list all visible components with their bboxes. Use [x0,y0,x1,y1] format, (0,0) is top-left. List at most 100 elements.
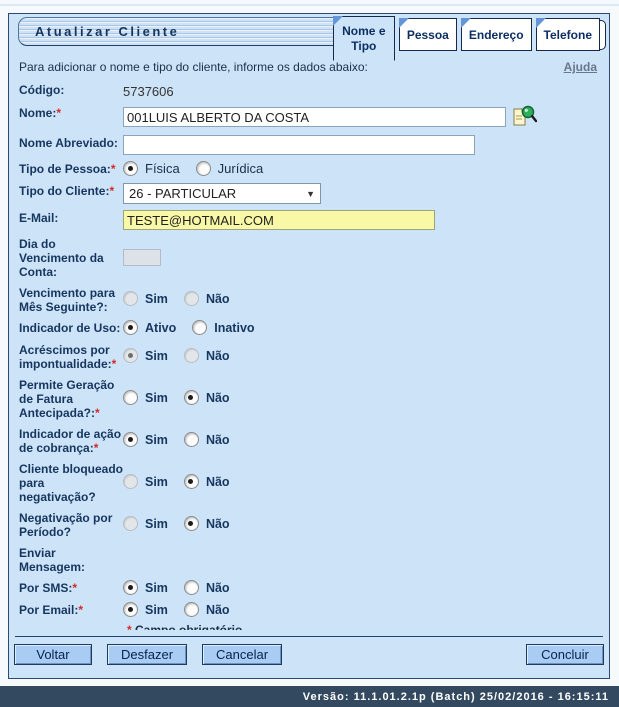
negativacao_periodo-option-sim: Sim [123,516,176,531]
por_sms-radio-label-nao: Não [206,581,230,595]
por_sms-control: SimNão [123,579,599,595]
cliente_bloqueado_negativacao-radio-label-sim: Sim [145,475,168,489]
por_email-radio-nao[interactable] [184,602,199,617]
por_email-radio-sim[interactable] [123,602,138,617]
cancelar-button[interactable]: Cancelar [202,644,282,665]
acrescimos_impontualidade-radio-sim [123,348,138,363]
permite_fatura_antecipada-label: Permite Geração de Fatura Antecipada?:* [19,376,123,420]
permite_fatura_antecipada-control: SimNão [123,376,599,405]
row-dia_vencimento: Dia do Vencimento da Conta: [19,235,599,279]
tipo_pessoa-label: Tipo de Pessoa:* [19,160,123,176]
indicador_acao_cobranca-label: Indicador de ação de cobrança:* [19,425,123,455]
concluir-button[interactable]: Concluir [526,644,604,665]
required-asterisk: * [109,184,114,198]
indicador_acao_cobranca-radio-label-nao: Não [206,433,230,447]
permite_fatura_antecipada-radio-nao[interactable] [184,390,199,405]
indicador_uso-radio-inativo[interactable] [192,320,207,335]
por_sms-radio-sim[interactable] [123,580,138,595]
indicador_uso-control: Ativo Inativo [123,319,599,335]
row-indicador_acao_cobranca: Indicador de ação de cobrança:*SimNão [19,425,599,455]
tab-nome-e-tipo[interactable]: Nome e Tipo [333,16,395,61]
dia_vencimento-control [123,235,599,266]
dia_vencimento-input [123,249,161,266]
tipo_pessoa-control: FísicaJurídica [123,160,599,176]
acrescimos_impontualidade-radio-label-sim: Sim [145,349,168,363]
vencimento_mes_seguinte-radio-label-nao: Não [206,292,230,306]
negativacao_periodo-control: Sim Não [123,509,599,531]
por_email-radio-label-nao: Não [206,603,230,617]
row-nome_abreviado: Nome Abreviado: [19,134,599,155]
required-note-text: Campo obrigatório [135,623,242,630]
indicador_acao_cobranca-control: SimNão [123,425,599,447]
indicador_uso-radio-label-inativo: Inativo [214,321,254,335]
por_sms-option-nao: Não [184,580,238,595]
tab-label: Telefone [544,28,592,42]
tab-label: Pessoa [407,28,449,42]
tab-fold-icon [333,16,343,26]
tab-fold-icon [536,18,546,28]
tab-telefone[interactable]: Telefone [536,18,600,51]
negativacao_periodo-radio-label-sim: Sim [145,517,168,531]
por_email-control: Sim Não [123,601,599,617]
required-asterisk: * [72,581,77,595]
row-tipo_pessoa: Tipo de Pessoa:*FísicaJurídica [19,160,599,177]
row-vencimento_mes_seguinte: Vencimento para Mês Seguinte?:SimNão [19,284,599,314]
chevron-down-icon: ▼ [306,189,315,199]
row-cliente_bloqueado_negativacao: Cliente bloqueado para negativação? Sim Nã… [19,460,599,504]
indicador_uso-radio-ativo[interactable] [123,320,138,335]
acrescimos_impontualidade-option-nao: Não [184,348,238,363]
required-asterisk: * [78,603,83,617]
cliente_bloqueado_negativacao-label: Cliente bloqueado para negativação? [19,460,123,504]
email-input[interactable] [123,210,435,230]
negativacao_periodo-radio-label-nao: Não [206,517,230,531]
page: Atualizar Cliente Nome e Tipo Pessoa Ender… [0,0,619,707]
indicador_uso-option-ativo: Ativo [123,320,184,335]
indicador_acao_cobranca-radio-nao[interactable] [184,432,199,447]
cliente_bloqueado_negativacao-radio-sim [123,474,138,489]
tab-endereco[interactable]: Endereço [461,18,532,51]
desfazer-button[interactable]: Desfazer [107,644,187,665]
negativacao_periodo-radio-nao[interactable] [184,516,199,531]
cliente_bloqueado_negativacao-radio-nao[interactable] [184,474,199,489]
action-bar: Voltar Desfazer Cancelar Concluir [9,630,609,678]
acrescimos_impontualidade-radio-nao [184,348,199,363]
por_sms-radio-nao[interactable] [184,580,199,595]
tipo_cliente-selected-value: 26 - PARTICULAR [129,186,236,201]
voltar-button[interactable]: Voltar [14,644,92,665]
row-codigo: Código:5737606 [19,81,599,99]
nome-input[interactable] [123,107,506,127]
nome_abreviado-input[interactable] [123,135,475,155]
tipo_cliente-select[interactable]: 26 - PARTICULAR ▼ [123,183,321,204]
titlebar: Atualizar Cliente [18,17,370,46]
vencimento_mes_seguinte-radio-label-sim: Sim [145,292,168,306]
email-control [123,209,599,230]
atualizar-cliente-panel: Atualizar Cliente Nome e Tipo Pessoa Ender… [8,13,610,679]
help-link[interactable]: Ajuda [564,60,597,74]
indicador_acao_cobranca-radio-sim[interactable] [123,432,138,447]
cliente_bloqueado_negativacao-option-nao: Não [184,474,238,489]
required-asterisk: * [56,106,61,120]
tipo_pessoa-radio-juridica[interactable] [196,161,211,176]
negativacao_periodo-radio-sim [123,516,138,531]
tab-pessoa[interactable]: Pessoa [399,18,457,51]
row-nome: Nome:* [19,104,599,129]
version-text: Versão: 11.1.01.2.1p (Batch) 25/02/2016 … [303,691,609,703]
permite_fatura_antecipada-radio-sim[interactable] [123,390,138,405]
permite_fatura_antecipada-radio-label-sim: Sim [145,391,168,405]
por_email-option-sim: Sim [123,602,176,617]
tab-bar: Nome e Tipo Pessoa Endereço Telefone [329,14,600,61]
tipo_pessoa-radio-fisica[interactable] [123,161,138,176]
row-permite_fatura_antecipada: Permite Geração de Fatura Antecipada?:*S… [19,376,599,420]
panel-header: Atualizar Cliente Nome e TipoPessoaEnder… [9,14,609,54]
cliente_bloqueado_negativacao-option-sim: Sim [123,474,176,489]
required-asterisk: * [95,406,100,420]
enviar_mensagem-label: Enviar Mensagem: [19,544,123,574]
por_email-radio-label-sim: Sim [145,603,168,617]
acrescimos_impontualidade-label: Acréscimos por impontualidade:* [19,341,123,371]
row-negativacao_periodo: Negativação por Período?SimNão [19,509,599,539]
search-icon[interactable] [511,105,537,129]
acrescimos_impontualidade-radio-label-nao: Não [206,349,230,363]
row-email: E-Mail: [19,209,599,230]
acrescimos_impontualidade-control: Sim Não [123,341,599,363]
codigo-control: 5737606 [123,81,599,99]
